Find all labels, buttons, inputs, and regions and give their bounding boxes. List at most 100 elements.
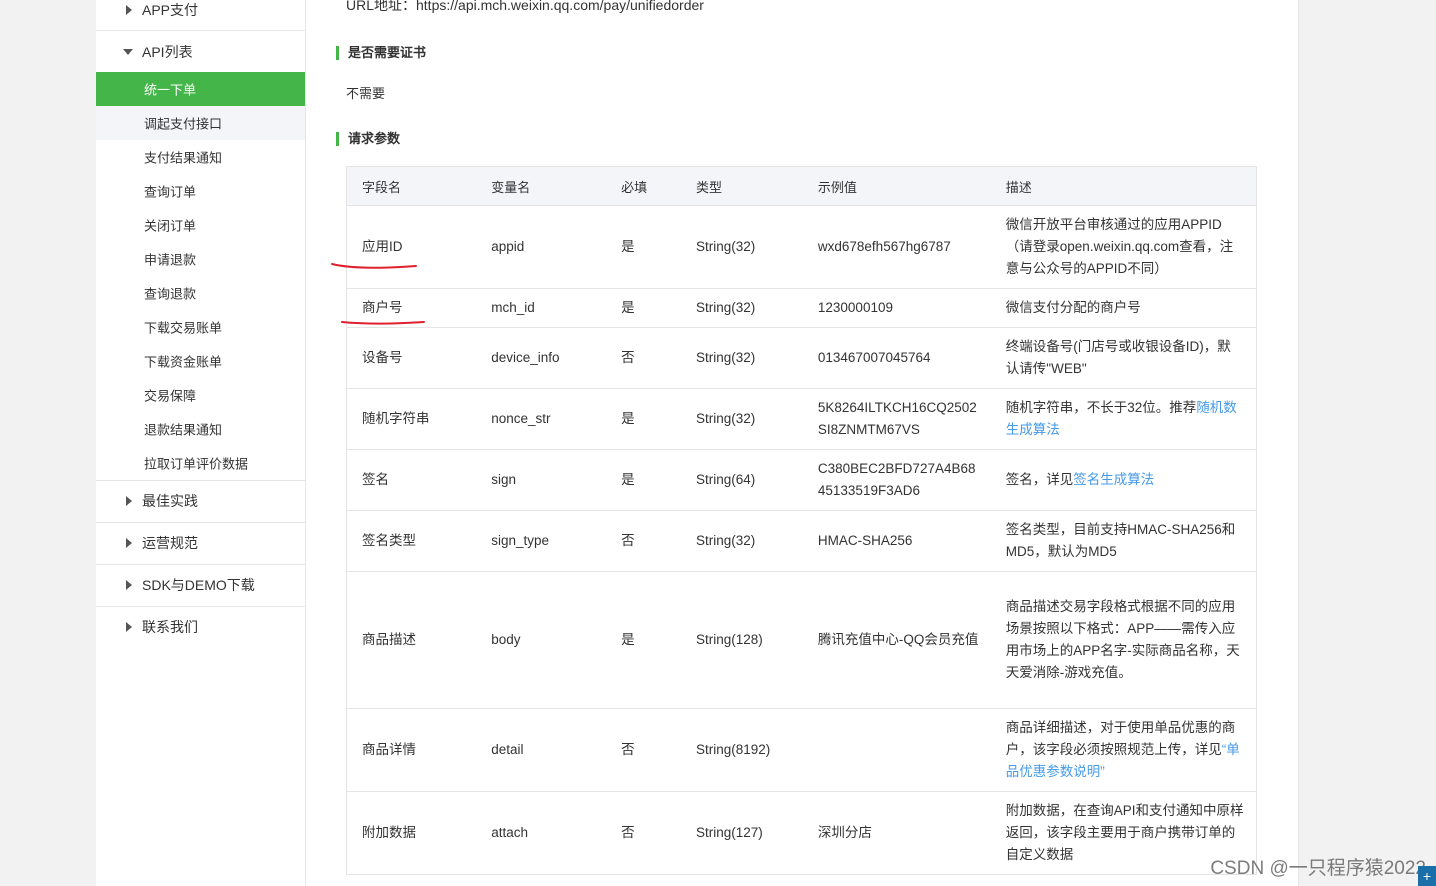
cell-var: attach — [476, 791, 607, 875]
caret-right-icon — [126, 538, 132, 548]
table-row: 签名 sign 是 String(64) C380BEC2BFD727A4B68… — [346, 449, 1257, 511]
csdn-watermark: CSDN @一只程序猿2022 — [1210, 858, 1426, 879]
cell-type: String(8192) — [680, 708, 803, 792]
cell-var: nonce_str — [476, 388, 607, 450]
table-header-row: 字段名 变量名 必填 类型 示例值 描述 — [346, 166, 1257, 206]
nav-group-sdk-demo[interactable]: SDK与DEMO下载 — [96, 565, 305, 605]
cell-req: 否 — [606, 510, 681, 572]
nav-group-best-practice[interactable]: 最佳实践 — [96, 481, 305, 521]
section-title-certificate: 是否需要证书 — [336, 46, 426, 60]
cell-type: String(128) — [680, 571, 803, 709]
sidebar-nav: APP支付 API列表 统一下单 调起支付接口 支付结果通知 查询订单 关闭订单… — [96, 0, 306, 886]
cell-var: appid — [476, 205, 607, 289]
header-description: 描述 — [990, 166, 1257, 206]
desc-text: 微信支付分配的商户号 — [1005, 300, 1141, 315]
caret-right-icon — [126, 622, 132, 632]
nav-group-label: 运营规范 — [142, 535, 198, 551]
cell-name: 商品详情 — [346, 708, 477, 792]
cell-name: 签名类型 — [346, 510, 477, 572]
sidebar-item-refund[interactable]: 申请退款 — [96, 242, 305, 276]
cell-desc: 随机字符串，不长于32位。推荐随机数生成算法 — [990, 388, 1257, 450]
cell-var: mch_id — [476, 288, 607, 328]
sidebar-item-label: 下载交易账单 — [144, 320, 223, 336]
cell-desc: 商品详细描述，对于使用单品优惠的商户，该字段必须按照规范上传，详见“单品优惠参数… — [990, 708, 1257, 792]
sidebar-item-query-refund[interactable]: 查询退款 — [96, 276, 305, 310]
header-field-name: 字段名 — [346, 166, 477, 206]
desc-text: 附加数据，在查询API和支付通知中原样返回，该字段主要用于商户携带订单的自定义数… — [1005, 803, 1244, 862]
sidebar-item-close-order[interactable]: 关闭订单 — [96, 208, 305, 242]
table-row: 应用ID appid 是 String(32) wxd678efh567hg67… — [346, 205, 1257, 289]
sidebar-item-label: 统一下单 — [144, 82, 197, 98]
sidebar-item-label: 拉取订单评价数据 — [144, 456, 249, 472]
sidebar-item-download-bill[interactable]: 下载交易账单 — [96, 310, 305, 344]
desc-text: 随机字符串，不长于32位。推荐 — [1005, 400, 1197, 415]
desc-text: 终端设备号(门店号或收银设备ID)，默认请传"WEB" — [1005, 339, 1231, 376]
cell-type: String(32) — [680, 510, 803, 572]
cell-type: String(32) — [680, 388, 803, 450]
caret-right-icon — [126, 580, 132, 590]
cell-name: 随机字符串 — [346, 388, 477, 450]
cell-example: wxd678efh567hg6787 — [802, 205, 991, 289]
cell-example: C380BEC2BFD727A4B6845133519F3AD6 — [802, 449, 991, 511]
nav-group-label: API列表 — [142, 44, 193, 60]
sidebar-item-query-order[interactable]: 查询订单 — [96, 174, 305, 208]
cell-name: 设备号 — [346, 327, 477, 389]
cell-req: 是 — [606, 449, 681, 511]
nav-group-api-list[interactable]: API列表 — [96, 32, 305, 72]
nav-group-label: APP支付 — [142, 2, 199, 18]
table-row: 随机字符串 nonce_str 是 String(32) 5K8264ILTKC… — [346, 388, 1257, 450]
sidebar-item-label: 下载资金账单 — [144, 354, 223, 370]
sidebar-item-label: 调起支付接口 — [144, 116, 223, 132]
cell-req: 否 — [606, 708, 681, 792]
cell-type: String(64) — [680, 449, 803, 511]
sidebar-item-order-comments[interactable]: 拉取订单评价数据 — [96, 446, 305, 480]
cell-var: sign — [476, 449, 607, 511]
sidebar-item-unified-order[interactable]: 统一下单 — [96, 72, 305, 106]
sidebar-item-refund-notify[interactable]: 退款结果通知 — [96, 412, 305, 446]
header-variable: 变量名 — [476, 166, 607, 206]
table-row: 商品描述 body 是 String(128) 腾讯充值中心-QQ会员充值 商品… — [346, 571, 1257, 709]
sidebar-item-download-fund-bill[interactable]: 下载资金账单 — [96, 344, 305, 378]
cell-type: String(127) — [680, 791, 803, 875]
request-params-table: 字段名 变量名 必填 类型 示例值 描述 应用ID appid 是 String… — [346, 166, 1257, 875]
cell-req: 否 — [606, 327, 681, 389]
sidebar-item-label: 查询订单 — [144, 184, 197, 200]
cell-desc: 商品描述交易字段格式根据不同的应用场景按照以下格式：APP——需传入应用市场上的… — [990, 571, 1257, 709]
caret-right-icon — [126, 496, 132, 506]
nav-group-label: 最佳实践 — [142, 493, 198, 509]
table-row: 商品详情 detail 否 String(8192) 商品详细描述，对于使用单品… — [346, 708, 1257, 792]
cell-var: device_info — [476, 327, 607, 389]
sidebar-item-label: 退款结果通知 — [144, 422, 223, 438]
certificate-value: 不需要 — [346, 86, 386, 101]
nav-group-contact[interactable]: 联系我们 — [96, 607, 305, 647]
caret-right-icon — [126, 5, 132, 15]
cell-name: 附加数据 — [346, 791, 477, 875]
main-content: URL地址：https://api.mch.weixin.qq.com/pay/… — [306, 0, 1296, 886]
cell-req: 是 — [606, 571, 681, 709]
desc-text: 微信开放平台审核通过的应用APPID（请登录open.weixin.qq.com… — [1005, 217, 1234, 276]
plus-icon[interactable]: + — [1418, 866, 1436, 886]
cell-name: 应用ID — [346, 205, 477, 289]
table-row: 商户号 mch_id 是 String(32) 1230000109 微信支付分… — [346, 288, 1257, 328]
cell-desc: 终端设备号(门店号或收银设备ID)，默认请传"WEB" — [990, 327, 1257, 389]
sidebar-item-payment-notify[interactable]: 支付结果通知 — [96, 140, 305, 174]
desc-text: 签名，详见 — [1005, 472, 1074, 487]
sidebar-item-trade-guarantee[interactable]: 交易保障 — [96, 378, 305, 412]
sidebar-item-invoke-payment[interactable]: 调起支付接口 — [96, 106, 305, 140]
sidebar-item-label: 查询退款 — [144, 286, 197, 302]
cell-name: 商户号 — [346, 288, 477, 328]
cell-desc: 签名类型，目前支持HMAC-SHA256和MD5，默认为MD5 — [990, 510, 1257, 572]
cell-req: 是 — [606, 288, 681, 328]
cell-req: 是 — [606, 388, 681, 450]
cell-req: 否 — [606, 791, 681, 875]
header-required: 必填 — [606, 166, 681, 206]
cell-desc: 微信开放平台审核通过的应用APPID（请登录open.weixin.qq.com… — [990, 205, 1257, 289]
divider — [96, 30, 305, 31]
nav-group-app-pay[interactable]: APP支付 — [96, 0, 305, 30]
cell-example: 深圳分店 — [802, 791, 991, 875]
nav-group-operation-rules[interactable]: 运营规范 — [96, 523, 305, 563]
desc-text: 商品描述交易字段格式根据不同的应用场景按照以下格式：APP——需传入应用市场上的… — [1005, 599, 1240, 680]
cell-var: detail — [476, 708, 607, 792]
header-example: 示例值 — [802, 166, 991, 206]
sign-algorithm-link[interactable]: 签名生成算法 — [1073, 472, 1154, 487]
